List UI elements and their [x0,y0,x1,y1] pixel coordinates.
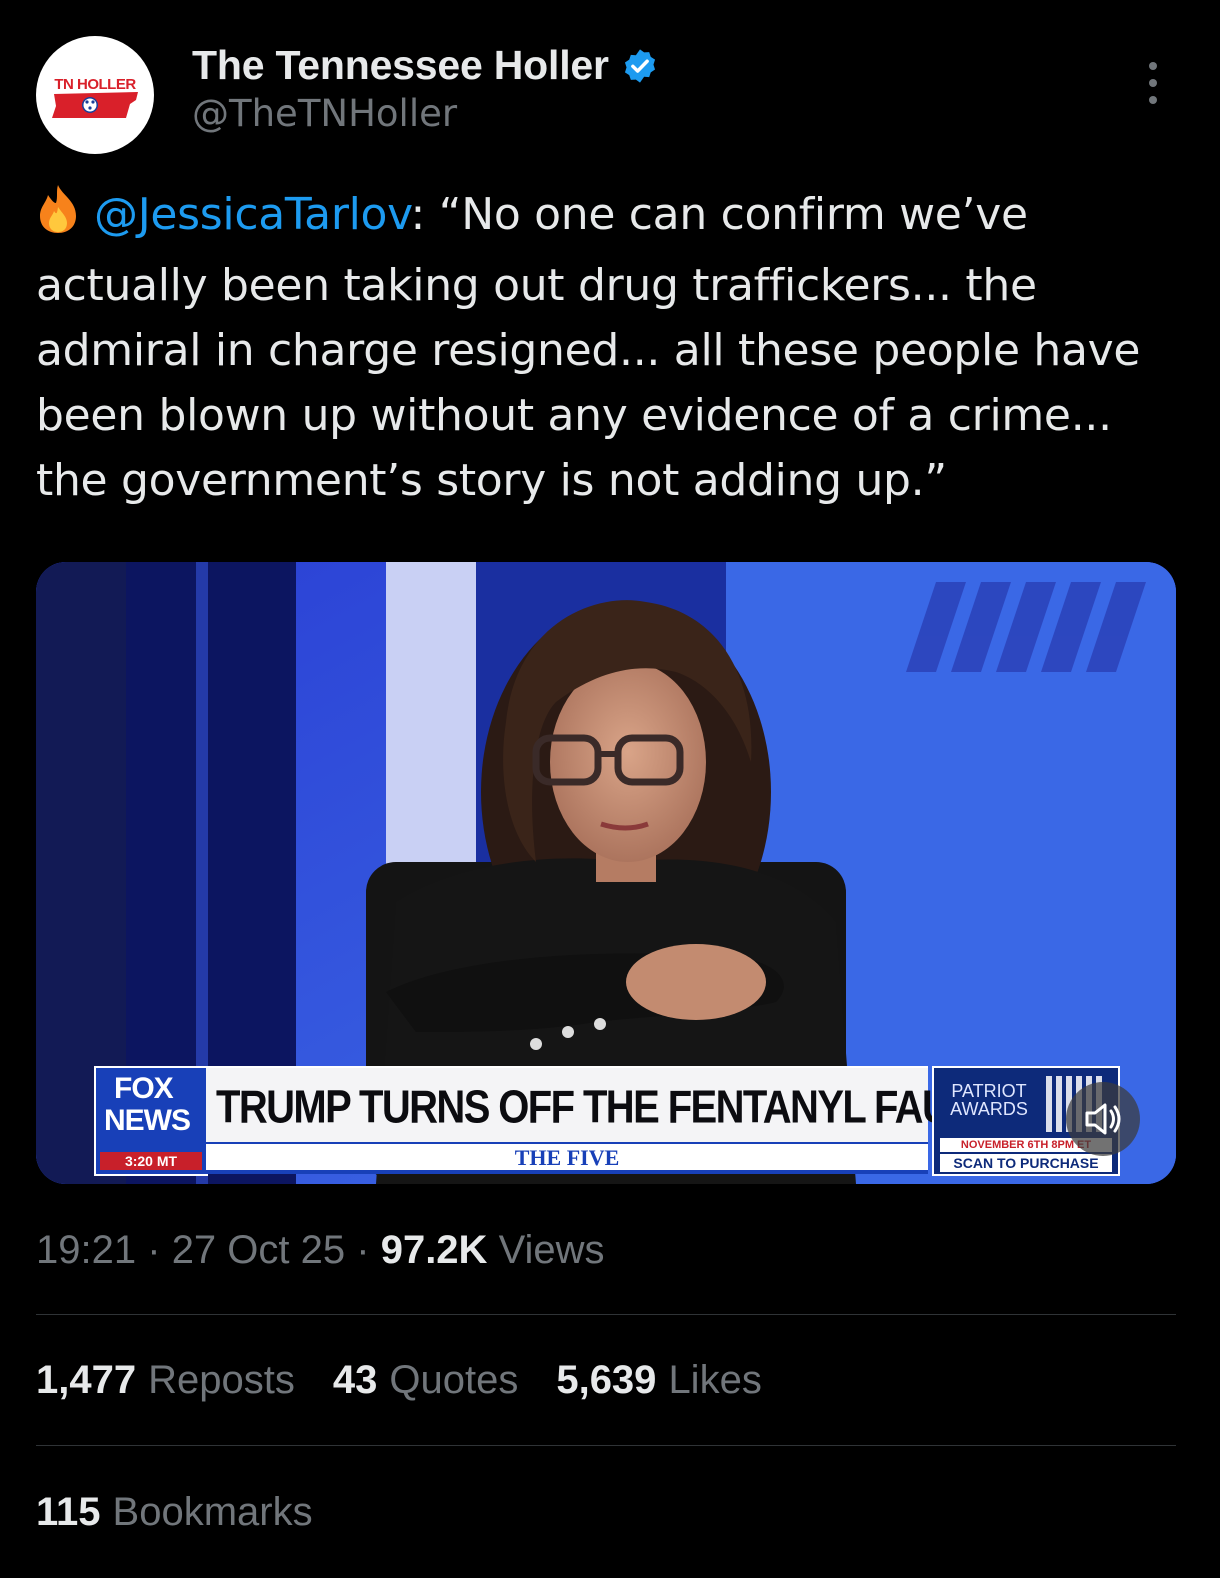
show-name-bar: THE FIVE [206,1142,928,1174]
quotes-stat[interactable]: 43 Quotes [333,1358,518,1403]
tweet-meta: 19:21 · 27 Oct 25 · 97.2K Views [36,1228,605,1273]
tennessee-map-icon [52,92,138,118]
channel-logo-line2: NEWS [104,1104,191,1137]
meta-separator: · [147,1228,161,1272]
quotes-count: 43 [332,1358,378,1402]
promo-cta: SCAN TO PURCHASE [940,1154,1112,1172]
news-lower-third: FOX NEWS 3:20 MT TRUMP TURNS OFF THE FEN… [94,1062,1124,1176]
tweet-detail-page: TN HOLLER The Tennessee Holler @TheTNHol… [0,0,1220,1578]
reposts-stat[interactable]: 1,477 Reposts [36,1358,295,1403]
bookmarks-count: 115 [36,1490,101,1534]
reposts-count: 1,477 [36,1358,137,1402]
likes-label: Likes [668,1358,762,1402]
reposts-label: Reposts [148,1358,295,1402]
avatar-logo-text: TN HOLLER [54,76,136,93]
channel-logo: FOX NEWS 3:20 MT [94,1066,208,1176]
quotes-label: Quotes [389,1358,519,1402]
verified-badge-icon[interactable] [621,47,659,85]
meta-separator: · [356,1228,370,1272]
broadcast-time: 3:20 MT [100,1152,202,1170]
headline-bar: TRUMP TURNS OFF THE FENTANYL FAUCET [206,1066,1026,1144]
tweet-text: @JessicaTarlov: “No one can confirm we’v… [36,182,1176,513]
divider [36,1314,1176,1315]
mention-link[interactable]: @JessicaTarlov [94,189,411,240]
likes-count: 5,639 [556,1358,657,1402]
speaker-muted-icon[interactable] [1066,1082,1140,1156]
fire-emoji-icon [36,183,80,253]
bookmarks-label: Bookmarks [112,1490,313,1534]
views-count: 97.2K [380,1228,488,1272]
views-label: Views [498,1228,605,1272]
author-display-name[interactable]: The Tennessee Holler [192,42,609,89]
author-handle[interactable]: @TheTNHoller [192,92,457,135]
engagement-stats: 1,477 Reposts 43 Quotes 5,639 Likes [36,1358,762,1403]
more-vertical-icon[interactable] [1138,62,1168,104]
avatar[interactable]: TN HOLLER [36,36,154,154]
channel-logo-line1: FOX [114,1072,174,1105]
likes-stat[interactable]: 5,639 Likes [556,1358,762,1403]
news-headline: TRUMP TURNS OFF THE FENTANYL FAUCET [216,1082,1026,1133]
promo-title: PATRIOT AWARDS [950,1081,1028,1119]
tweet-date[interactable]: 27 Oct 25 [172,1228,345,1272]
show-name: THE FIVE [514,1145,620,1170]
tweet-time[interactable]: 19:21 [36,1228,136,1272]
video-player[interactable]: FOX NEWS 3:20 MT TRUMP TURNS OFF THE FEN… [36,562,1176,1184]
divider [36,1445,1176,1446]
author-name-row[interactable]: The Tennessee Holler [192,42,659,89]
bookmarks-stat[interactable]: 115 Bookmarks [36,1490,313,1535]
